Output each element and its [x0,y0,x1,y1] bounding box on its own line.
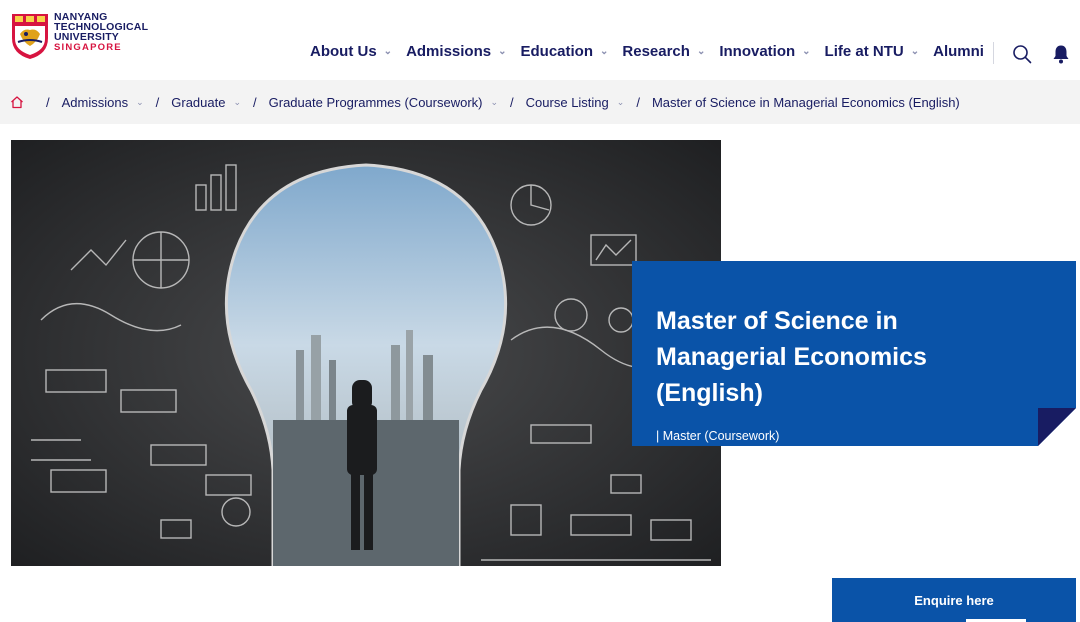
nav-education[interactable]: Education ⌄ [520,43,608,60]
nav-admissions[interactable]: Admissions ⌄ [406,43,506,60]
nav-life-at-ntu[interactable]: Life at NTU ⌄ [825,43,920,60]
breadcrumb-label: Master of Science in Managerial Economic… [651,94,960,110]
breadcrumb-course-listing[interactable]: Course Listing ⌄ [526,95,625,110]
nav-research[interactable]: Research ⌄ [622,43,705,60]
main-nav: About Us ⌄ Admissions ⌄ Education ⌄ Rese… [310,43,998,60]
logo-line-4: SINGAPORE [54,42,122,53]
chevron-down-icon: ⌄ [696,46,706,57]
chevron-down-icon: ⌄ [383,46,393,57]
chevron-down-icon: ⌄ [136,96,144,107]
breadcrumb-admissions[interactable]: Admissions ⌄ [62,95,144,110]
breadcrumb-label: Graduate [171,94,226,110]
breadcrumb-separator: / [46,94,50,110]
breadcrumb: / Admissions ⌄ / Graduate ⌄ / Graduate P… [0,80,1080,124]
breadcrumb-label: Graduate Programmes (Coursework) [268,94,483,110]
nav-innovation[interactable]: Innovation ⌄ [719,43,810,60]
breadcrumb-current-page: Master of Science in Managerial Economic… [652,95,960,110]
nav-label: Innovation [719,43,796,60]
programme-title-card: Master of Science in Managerial Economic… [632,261,1076,446]
nav-label: Admissions [406,43,492,60]
chevron-down-icon: ⌄ [600,46,609,57]
programme-type: | Master (Coursework) [656,429,780,443]
breadcrumb-separator: / [253,94,257,110]
site-header: NANYANG TECHNOLOGICAL UNIVERSITY SINGAPO… [0,0,1080,80]
breadcrumb-separator: / [155,94,160,110]
enquire-button[interactable]: Enquire here [832,578,1076,622]
chevron-down-icon: ⌄ [802,46,811,57]
breadcrumb-graduate[interactable]: Graduate ⌄ [171,95,241,110]
nav-label: Education [520,43,593,60]
nav-label: Research [622,43,690,60]
enquire-label: Enquire here [914,592,994,608]
breadcrumb-label: Course Listing [525,94,609,110]
chevron-down-icon: ⌄ [498,46,507,57]
nav-alumni[interactable]: Alumni [933,43,984,60]
nav-divider [993,42,994,64]
logo-line-3: UNIVERSITY [54,31,120,43]
nav-label: Life at NTU [824,43,904,60]
bell-icon[interactable] [1052,44,1070,64]
ntu-logo[interactable]: NANYANG TECHNOLOGICAL UNIVERSITY SINGAPO… [10,12,150,64]
breadcrumb-graduate-programmes[interactable]: Graduate Programmes (Coursework) ⌄ [269,95,498,110]
chevron-down-icon: ⌄ [233,96,242,107]
chalkboard-lightbulb-illustration [11,140,721,566]
hero-image [11,140,721,566]
breadcrumb-separator: / [636,94,640,110]
nav-label: Alumni [933,43,984,60]
corner-fold-decoration [1038,408,1076,446]
search-icon[interactable] [1012,44,1032,64]
chevron-down-icon: ⌄ [910,46,920,57]
ntu-crest-icon [12,14,48,59]
programme-title: Master of Science in Managerial Economic… [656,307,927,407]
logo-wordmark: NANYANG TECHNOLOGICAL UNIVERSITY SINGAPO… [54,12,148,53]
breadcrumb-separator: / [510,94,514,110]
chevron-down-icon: ⌄ [616,96,625,107]
chevron-down-icon: ⌄ [490,96,499,107]
nav-label: About Us [310,43,377,60]
breadcrumb-label: Admissions [61,94,129,110]
nav-about-us[interactable]: About Us ⌄ [310,43,392,60]
home-icon[interactable] [10,95,24,109]
